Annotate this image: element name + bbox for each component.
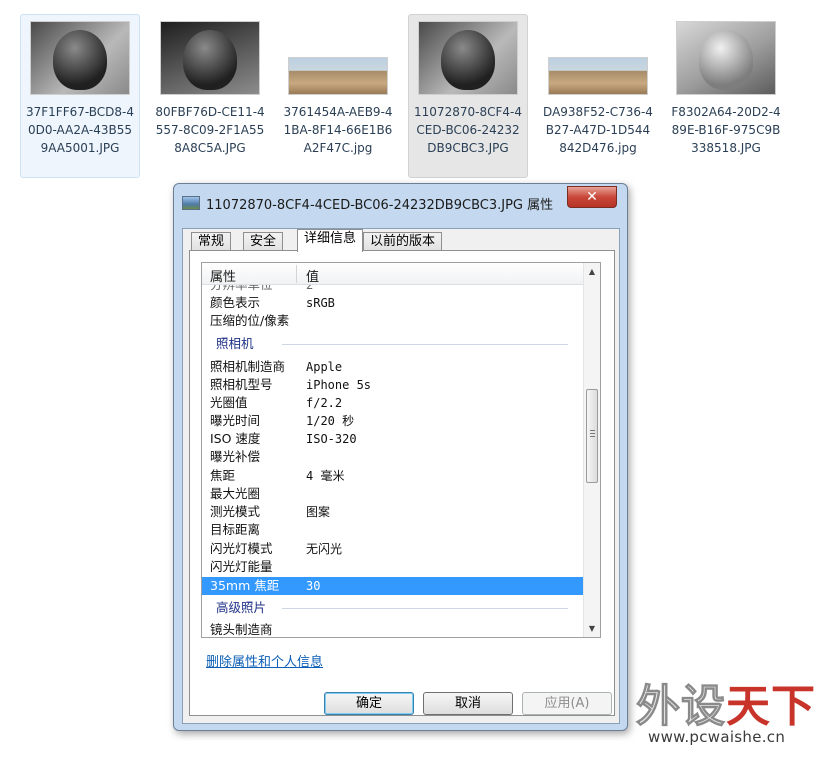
file-name: 3761454A-AEB9-41BA-8F14-66E1B6A2F47C.jpg — [283, 105, 393, 155]
file-item[interactable]: 3761454A-AEB9-41BA-8F14-66E1B6A2F47C.jpg — [278, 14, 398, 178]
property-value: iPhone 5s — [306, 378, 372, 392]
file-thumbnail — [418, 21, 518, 95]
dialog-body: 常规 安全 详细信息 以前的版本 属性 值 分辨率单位 2 颜色表示 — [182, 228, 620, 724]
tab-security[interactable]: 安全 — [243, 232, 284, 251]
property-row[interactable]: 目标距离 — [202, 521, 584, 539]
property-row[interactable]: 曝光时间 1/20 秒 — [202, 412, 584, 430]
property-row[interactable]: 分辨率单位 2 — [202, 285, 584, 294]
property-row[interactable]: 闪光灯能量 — [202, 558, 584, 576]
property-row[interactable]: 压缩的位/像素 — [202, 312, 584, 330]
property-name: 闪光灯能量 — [210, 559, 273, 574]
scroll-up-arrow-icon[interactable]: ▲ — [584, 263, 600, 280]
file-thumbnail — [548, 57, 648, 95]
property-value: 1/20 秒 — [306, 414, 355, 428]
column-property[interactable]: 属性 — [210, 266, 236, 285]
file-thumbnail — [160, 21, 260, 95]
property-name: 镜头制造商 — [210, 622, 273, 637]
column-value[interactable]: 值 — [306, 266, 319, 285]
remove-properties-link[interactable]: 删除属性和个人信息 — [206, 651, 323, 670]
group-label: 照相机 — [216, 336, 254, 351]
file-item[interactable]: F8302A64-20D2-489E-B16F-975C9B338518.JPG — [666, 14, 786, 178]
property-row[interactable]: 照相机型号 iPhone 5s — [202, 376, 584, 394]
property-row[interactable]: 照相机制造商 Apple — [202, 358, 584, 376]
property-name: 曝光时间 — [210, 413, 261, 428]
apply-button[interactable]: 应用(A) — [522, 692, 612, 715]
ok-button[interactable]: 确定 — [324, 692, 414, 715]
file-item[interactable]: 80FBF76D-CE11-4557-8C09-2F1A558A8C5A.JPG — [150, 14, 270, 178]
file-item[interactable]: 11072870-8CF4-4CED-BC06-24232DB9CBC3.JPG — [408, 14, 528, 178]
tab-general[interactable]: 常规 — [191, 232, 232, 251]
file-name: DA938F52-C736-4B27-A47D-1D544842D476.jpg — [543, 105, 653, 155]
property-row[interactable]: 镜头制造商 — [202, 621, 584, 637]
group-label: 高级照片 — [216, 600, 267, 615]
file-list: 37F1FF67-BCD8-40D0-AA2A-43B559AA5001.JPG… — [0, 0, 828, 180]
file-name: 11072870-8CF4-4CED-BC06-24232DB9CBC3.JPG — [414, 105, 522, 155]
close-button[interactable]: ✕ — [567, 186, 617, 208]
file-item[interactable]: DA938F52-C736-4B27-A47D-1D544842D476.jpg — [538, 14, 658, 178]
property-name: 曝光补偿 — [210, 449, 261, 464]
property-value: 30 — [306, 579, 321, 593]
cancel-button[interactable]: 取消 — [423, 692, 513, 715]
property-name: 闪光灯模式 — [210, 541, 273, 556]
file-thumbnail — [676, 21, 776, 95]
file-thumbnail — [30, 21, 130, 95]
watermark-brand: 外设天下 — [636, 681, 816, 733]
property-name: ISO 速度 — [210, 431, 261, 446]
tab-previous-versions[interactable]: 以前的版本 — [363, 232, 443, 251]
scroll-down-arrow-icon[interactable]: ▼ — [584, 620, 600, 637]
property-row[interactable]: 测光模式 图案 — [202, 503, 584, 521]
property-value: Apple — [306, 360, 343, 374]
property-value: sRGB — [306, 296, 335, 310]
property-row[interactable]: 最大光圈 — [202, 485, 584, 503]
property-row[interactable]: ISO 速度 ISO-320 — [202, 430, 584, 448]
properties-dialog: 11072870-8CF4-4CED-BC06-24232DB9CBC3.JPG… — [173, 183, 628, 731]
property-name: 照相机制造商 — [210, 359, 286, 374]
property-name: 照相机型号 — [210, 377, 273, 392]
property-name: 最大光圈 — [210, 486, 261, 501]
property-row-selected[interactable]: 35mm 焦距 30 — [202, 577, 584, 595]
property-value: f/2.2 — [306, 396, 343, 410]
property-value: 4 毫米 — [306, 469, 345, 483]
property-name: 焦距 — [210, 468, 236, 483]
property-value: ISO-320 — [306, 432, 357, 446]
property-name: 光圈值 — [210, 395, 248, 410]
file-thumbnail — [288, 57, 388, 95]
watermark-url: www.pcwaishe.cn — [648, 728, 786, 746]
property-value: 2 — [306, 285, 314, 292]
file-item[interactable]: 37F1FF67-BCD8-40D0-AA2A-43B559AA5001.JPG — [20, 14, 140, 178]
image-file-icon — [182, 196, 200, 210]
property-value: 无闪光 — [306, 542, 343, 556]
property-rows: 分辨率单位 2 颜色表示 sRGB 压缩的位/像素 照相机 — [202, 285, 584, 637]
column-header: 属性 值 — [202, 263, 584, 285]
property-row[interactable]: 闪光灯模式 无闪光 — [202, 540, 584, 558]
file-name: F8302A64-20D2-489E-B16F-975C9B338518.JPG — [671, 105, 781, 155]
dialog-title: 11072870-8CF4-4CED-BC06-24232DB9CBC3.JPG… — [206, 198, 554, 213]
details-panel: 属性 值 分辨率单位 2 颜色表示 sRGB 压缩的位/像素 — [189, 250, 615, 716]
property-list[interactable]: 属性 值 分辨率单位 2 颜色表示 sRGB 压缩的位/像素 — [201, 262, 601, 638]
group-header-camera: 照相机 — [202, 335, 584, 353]
dialog-titlebar[interactable]: 11072870-8CF4-4CED-BC06-24232DB9CBC3.JPG… — [174, 184, 627, 218]
vertical-scrollbar[interactable]: ▲ ▼ — [583, 263, 600, 637]
property-name: 目标距离 — [210, 522, 261, 537]
property-row[interactable]: 光圈值 f/2.2 — [202, 394, 584, 412]
property-name: 35mm 焦距 — [210, 578, 280, 593]
site-watermark-logo: 外设天下 www.pcwaishe.cn — [628, 670, 824, 766]
property-row[interactable]: 颜色表示 sRGB — [202, 294, 584, 312]
file-name: 80FBF76D-CE11-4557-8C09-2F1A558A8C5A.JPG — [155, 105, 265, 155]
scroll-thumb[interactable] — [586, 389, 598, 483]
tab-details[interactable]: 详细信息 — [297, 229, 364, 252]
property-row[interactable]: 焦距 4 毫米 — [202, 467, 584, 485]
property-name: 测光模式 — [210, 504, 261, 519]
property-value: 图案 — [306, 505, 331, 519]
property-name: 分辨率单位 — [210, 285, 273, 294]
property-name: 颜色表示 — [210, 295, 261, 310]
file-name: 37F1FF67-BCD8-40D0-AA2A-43B559AA5001.JPG — [25, 105, 135, 155]
property-name: 压缩的位/像素 — [210, 313, 290, 328]
property-row[interactable]: 曝光补偿 — [202, 448, 584, 466]
group-header-advanced-photo: 高级照片 — [202, 599, 584, 617]
